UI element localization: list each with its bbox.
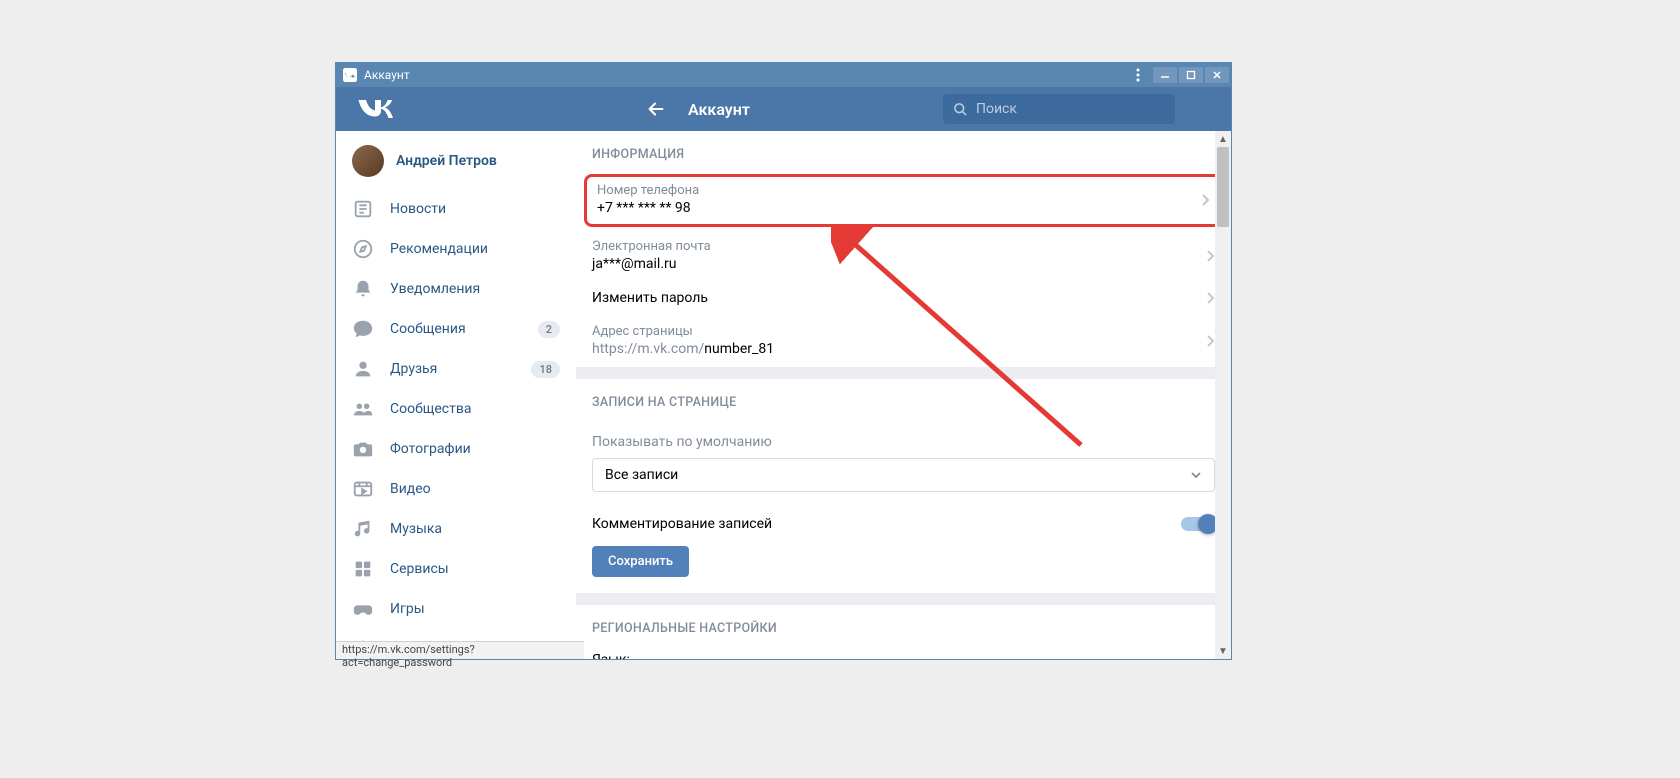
toggle-label: Комментирование записей: [592, 516, 772, 532]
app-body: Аккаунт Поиск Андрей Петров Новости: [336, 87, 1231, 659]
chevron-right-icon: [1200, 193, 1210, 207]
status-bar: https://m.vk.com/settings?act=change_pas…: [336, 641, 584, 659]
comments-toggle[interactable]: [1181, 517, 1215, 531]
gamepad-icon: [352, 598, 374, 620]
section-header: ЗАПИСИ НА СТРАНИЦЕ: [576, 379, 1231, 420]
main: ИНФОРМАЦИЯ Номер телефона +7 *** *** ** …: [576, 131, 1231, 659]
bell-icon: [352, 278, 374, 300]
scroll-thumb[interactable]: [1217, 147, 1229, 227]
sidebar-item-label: Музыка: [390, 521, 560, 537]
sidebar-item-games[interactable]: Игры: [336, 589, 576, 629]
chevron-right-icon: [1205, 291, 1215, 305]
sidebar-item-notifications[interactable]: Уведомления: [336, 269, 576, 309]
lang-label: Язык:: [576, 646, 1231, 659]
sidebar-profile[interactable]: Андрей Петров: [336, 139, 576, 189]
sidebar-item-photos[interactable]: Фотографии: [336, 429, 576, 469]
sidebar-item-label: Сервисы: [390, 561, 560, 577]
default-select[interactable]: Все записи: [592, 458, 1215, 492]
sidebar-item-friends[interactable]: Друзья 18: [336, 349, 576, 389]
topbar-center: Аккаунт: [404, 97, 943, 121]
section-info: ИНФОРМАЦИЯ Номер телефона +7 *** *** ** …: [576, 131, 1231, 367]
select-value: Все записи: [605, 467, 678, 483]
sidebar-item-label: Сообщения: [390, 321, 522, 337]
group-icon: [352, 398, 374, 420]
back-button[interactable]: [644, 97, 668, 121]
sidebar-item-services[interactable]: Сервисы: [336, 549, 576, 589]
badge: 18: [531, 361, 560, 378]
video-icon: [352, 478, 374, 500]
comments-toggle-row: Комментирование записей: [576, 506, 1231, 542]
profile-name: Андрей Петров: [396, 153, 497, 169]
row-value: ja***@mail.ru: [592, 256, 1205, 272]
sidebar-item-label: Новости: [390, 201, 560, 217]
search-input[interactable]: Поиск: [943, 94, 1175, 124]
save-button[interactable]: Сохранить: [592, 546, 689, 577]
section-header: ИНФОРМАЦИЯ: [576, 131, 1231, 172]
sidebar-item-news[interactable]: Новости: [336, 189, 576, 229]
content: Андрей Петров Новости Рекомендации Уведо…: [336, 131, 1231, 659]
search-placeholder: Поиск: [976, 101, 1017, 117]
row-label: Номер телефона: [597, 183, 1200, 198]
scrollbar[interactable]: ▲ ▼: [1215, 131, 1231, 659]
badge: 2: [538, 321, 560, 338]
chevron-right-icon: [1205, 249, 1215, 263]
app-window: Аккаунт Аккаунт Поиск: [335, 62, 1232, 660]
sidebar-item-label: Видео: [390, 481, 560, 497]
row-email[interactable]: Электронная почта ja***@mail.ru: [576, 231, 1231, 282]
sidebar: Андрей Петров Новости Рекомендации Уведо…: [336, 131, 576, 659]
kebab-menu-icon[interactable]: [1129, 68, 1147, 82]
page-title: Аккаунт: [688, 100, 750, 119]
minimize-button[interactable]: [1153, 67, 1177, 83]
sidebar-item-recommendations[interactable]: Рекомендации: [336, 229, 576, 269]
compass-icon: [352, 238, 374, 260]
row-label: Электронная почта: [592, 239, 1205, 254]
sidebar-item-label: Рекомендации: [390, 241, 560, 257]
chat-icon: [352, 318, 374, 340]
scroll-up-icon[interactable]: ▲: [1215, 131, 1231, 147]
sidebar-item-label: Игры: [390, 601, 560, 617]
section-regional: РЕГИОНАЛЬНЫЕ НАСТРОЙКИ Язык:: [576, 605, 1231, 659]
row-url[interactable]: Адрес страницы https://m.vk.com/number_8…: [576, 316, 1231, 367]
section-header: РЕГИОНАЛЬНЫЕ НАСТРОЙКИ: [576, 605, 1231, 646]
row-phone[interactable]: Номер телефона +7 *** *** ** 98: [584, 174, 1223, 227]
maximize-button[interactable]: [1179, 67, 1203, 83]
scroll-down-icon[interactable]: ▼: [1215, 643, 1231, 659]
friends-icon: [352, 358, 374, 380]
topbar: Аккаунт Поиск: [336, 87, 1231, 131]
services-icon: [352, 558, 374, 580]
sidebar-item-label: Друзья: [390, 361, 515, 377]
music-icon: [352, 518, 374, 540]
row-value: Изменить пароль: [592, 290, 1205, 306]
vk-mini-icon: [342, 67, 358, 83]
chevron-right-icon: [1205, 334, 1215, 348]
camera-icon: [352, 438, 374, 460]
window-title: Аккаунт: [364, 68, 1129, 82]
window-controls: [1153, 67, 1229, 83]
section-posts: ЗАПИСИ НА СТРАНИЦЕ Показывать по умолчан…: [576, 379, 1231, 593]
chevron-down-icon: [1190, 471, 1202, 479]
close-button[interactable]: [1205, 67, 1229, 83]
sidebar-item-music[interactable]: Музыка: [336, 509, 576, 549]
sidebar-item-messages[interactable]: Сообщения 2: [336, 309, 576, 349]
sidebar-item-label: Уведомления: [390, 281, 560, 297]
default-label: Показывать по умолчанию: [576, 420, 1231, 458]
avatar: [352, 145, 384, 177]
sidebar-item-label: Сообщества: [390, 401, 560, 417]
sidebar-item-video[interactable]: Видео: [336, 469, 576, 509]
sidebar-item-communities[interactable]: Сообщества: [336, 389, 576, 429]
titlebar: Аккаунт: [336, 63, 1231, 87]
row-password[interactable]: Изменить пароль: [576, 282, 1231, 316]
row-label: Адрес страницы: [592, 324, 1205, 339]
row-value: https://m.vk.com/number_81: [592, 341, 1205, 357]
news-icon: [352, 198, 374, 220]
vk-logo[interactable]: [346, 98, 404, 120]
sidebar-item-label: Фотографии: [390, 441, 560, 457]
row-value: +7 *** *** ** 98: [597, 200, 1200, 216]
